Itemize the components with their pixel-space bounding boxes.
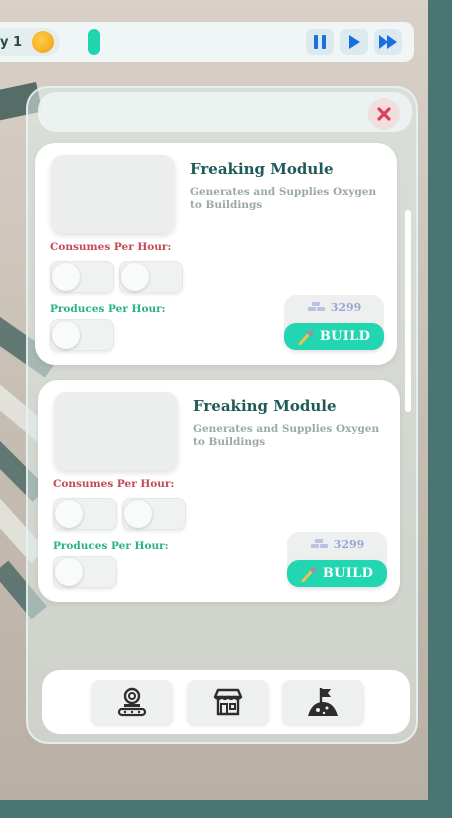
- produce-resource-slot: [53, 556, 117, 588]
- building-thumbnail: [51, 155, 175, 233]
- consume-resource-slot: [119, 261, 183, 293]
- produces-label: Produces Per Hour:: [53, 540, 169, 552]
- building-card: Freaking Module Generates and Supplies O…: [38, 380, 400, 602]
- play-button[interactable]: [340, 29, 368, 55]
- close-button[interactable]: [368, 98, 400, 130]
- consumes-label: Consumes Per Hour:: [50, 241, 172, 253]
- bricks-icon: [307, 302, 325, 311]
- build-label: BUILD: [319, 329, 371, 344]
- resource-icon: [121, 263, 149, 291]
- building-description: Generates and Supplies Oxygen to Buildin…: [193, 423, 380, 448]
- shop-icon: [213, 688, 243, 716]
- pause-icon: [314, 35, 326, 49]
- building-title: Freaking Module: [190, 160, 334, 178]
- speed-controls: [306, 29, 402, 55]
- day-counter: y 1: [0, 28, 61, 56]
- consume-resource-slot: [53, 498, 117, 530]
- bricks-icon: [310, 539, 328, 548]
- day-label: y 1: [0, 34, 23, 50]
- cost-value: 3299: [330, 301, 362, 314]
- status-indicator: [88, 29, 100, 55]
- produces-label: Produces Per Hour:: [50, 303, 166, 315]
- resource-icon: [55, 500, 83, 528]
- conveyor-icon: [117, 687, 147, 717]
- resource-icon: [55, 558, 83, 586]
- consumes-label: Consumes Per Hour:: [53, 478, 175, 490]
- build-button[interactable]: BUILD: [287, 560, 387, 587]
- hammer-icon: [301, 566, 317, 582]
- build-button[interactable]: BUILD: [284, 323, 384, 350]
- panel-header: [38, 92, 412, 132]
- resource-icon: [124, 500, 152, 528]
- resource-icon: [52, 263, 80, 291]
- close-icon: [377, 107, 391, 121]
- consume-resource-slot: [122, 498, 186, 530]
- sun-icon: [32, 31, 55, 53]
- play-icon: [349, 35, 360, 49]
- panel-scrollbar[interactable]: [405, 210, 411, 412]
- category-tab-bar: [42, 670, 410, 734]
- produce-resource-slot: [50, 319, 114, 351]
- hammer-icon: [298, 329, 314, 345]
- building-title: Freaking Module: [193, 397, 337, 415]
- build-label: BUILD: [322, 566, 374, 581]
- top-hud-bar: y 1: [0, 22, 414, 62]
- tab-shop[interactable]: [187, 680, 269, 724]
- pause-button[interactable]: [306, 29, 334, 55]
- cost-display: 3299: [284, 301, 384, 314]
- building-card: Freaking Module Generates and Supplies O…: [35, 143, 397, 365]
- flag-planet-icon: [308, 688, 338, 716]
- resource-icon: [52, 321, 80, 349]
- building-thumbnail: [54, 392, 178, 470]
- fast-forward-button[interactable]: [374, 29, 402, 55]
- tab-exploration[interactable]: [282, 680, 364, 724]
- cost-display: 3299: [287, 538, 387, 551]
- consume-resource-slot: [50, 261, 114, 293]
- cost-value: 3299: [333, 538, 365, 551]
- fast-forward-icon: [379, 35, 397, 49]
- building-description: Generates and Supplies Oxygen to Buildin…: [190, 186, 377, 211]
- tab-production[interactable]: [91, 680, 173, 724]
